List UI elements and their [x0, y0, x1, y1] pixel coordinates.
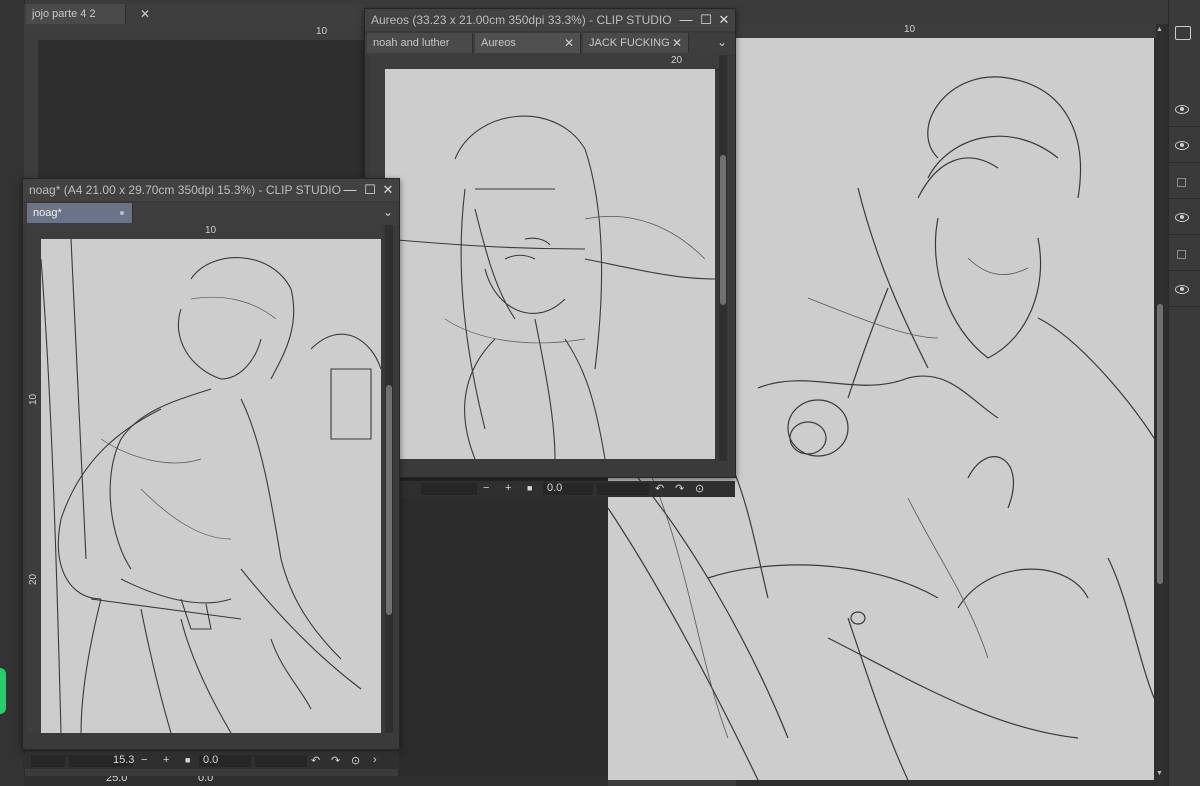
- main-ruler-top: 10: [736, 24, 1156, 39]
- window-title: noag* (A4 21.00 x 29.70cm 350dpi 15.3%) …: [29, 183, 341, 197]
- visibility-checkbox[interactable]: [1177, 250, 1186, 259]
- aureos-titlebar[interactable]: Aureos (33.23 x 21.00cm 350dpi 33.3%) - …: [365, 9, 735, 31]
- back-ruler-top: 10: [24, 26, 366, 41]
- scroll-thumb[interactable]: [386, 385, 392, 615]
- rotation-value: 0.0: [203, 754, 219, 766]
- rotate-left-icon[interactable]: ↶: [655, 482, 664, 495]
- sketch-drawing: [40, 238, 382, 734]
- close-icon[interactable]: ✕: [715, 9, 733, 31]
- tab-label: noah and luther: [373, 37, 450, 49]
- noag-ruler-left: 10 20: [27, 239, 42, 733]
- aureos-ruler-top: 20: [371, 55, 721, 70]
- zoom-in-button[interactable]: +: [505, 482, 511, 494]
- tab-noah-and-luther[interactable]: noah and luther: [367, 33, 473, 53]
- zoom-value: 25.0: [106, 776, 128, 784]
- reset-rotation-icon[interactable]: ⊙: [351, 754, 360, 767]
- close-icon[interactable]: ✕: [564, 33, 574, 53]
- zoom-out-button[interactable]: −: [141, 754, 147, 766]
- zoom-in-button[interactable]: +: [163, 754, 169, 766]
- tab-label: jojo parte 4 2: [32, 8, 96, 20]
- workspace-gap: [398, 476, 608, 786]
- tab-jojo-parte[interactable]: jojo parte 4 2: [26, 4, 126, 24]
- maximize-icon[interactable]: ☐: [361, 179, 379, 201]
- rotation-value: 0.0: [198, 776, 214, 784]
- scroll-thumb[interactable]: [1157, 304, 1163, 584]
- layer-row[interactable]: [1169, 240, 1200, 271]
- status-field: [31, 755, 65, 767]
- rotate-right-icon[interactable]: ↷: [331, 754, 340, 767]
- aureos-statusbar: − + ■ 0.0 ↶ ↷ ⊙: [365, 481, 735, 497]
- panel-header-button[interactable]: [1175, 26, 1191, 40]
- noag-titlebar[interactable]: noag* (A4 21.00 x 29.70cm 350dpi 15.3%) …: [23, 179, 399, 201]
- minimize-icon[interactable]: —: [341, 179, 359, 201]
- scroll-thumb[interactable]: [720, 155, 726, 305]
- window-title: Aureos (33.23 x 21.00cm 350dpi 33.3%) - …: [371, 13, 672, 27]
- scroll-up-icon[interactable]: ▲: [1156, 26, 1163, 33]
- chevron-down-icon[interactable]: ⌄: [717, 35, 727, 49]
- layer-row[interactable]: [1169, 168, 1200, 199]
- layer-row[interactable]: [1169, 132, 1200, 163]
- main-scrollbar[interactable]: ▲ ▼: [1156, 24, 1164, 786]
- tab-noag[interactable]: noag*: [27, 203, 133, 223]
- layer-row[interactable]: [1169, 204, 1200, 235]
- noag-canvas[interactable]: [40, 238, 382, 734]
- close-icon[interactable]: ✕: [672, 33, 682, 53]
- tab-aureos[interactable]: Aureos ✕: [475, 33, 581, 53]
- noag-scrollbar[interactable]: [385, 225, 393, 733]
- aureos-canvas[interactable]: [384, 69, 716, 460]
- noag-tabbar: noag* ⌄: [23, 203, 399, 225]
- aureos-tabbar: noah and luther Aureos ✕ JACK FUCKING ✕ …: [365, 33, 735, 55]
- ruler-label: 10: [205, 225, 217, 236]
- back-window-tabbar: jojo parte 4 2 ✕: [24, 4, 364, 26]
- chevron-down-icon[interactable]: ⌄: [383, 205, 393, 219]
- tab-label: JACK FUCKING: [589, 37, 670, 49]
- layer-panel: [1168, 0, 1200, 786]
- stop-icon[interactable]: ■: [185, 755, 190, 765]
- stop-icon[interactable]: ■: [527, 483, 532, 493]
- rotate-left-icon[interactable]: ↶: [311, 754, 320, 767]
- back-statusbar: 25.0 0.0: [24, 776, 608, 786]
- reset-rotation-icon[interactable]: ⊙: [695, 482, 704, 495]
- back-ruler-left: 10: [24, 40, 39, 200]
- layer-row[interactable]: [1169, 96, 1200, 127]
- left-accent-indicator: [0, 668, 6, 714]
- ruler-label: 10: [316, 26, 328, 37]
- next-icon[interactable]: ›: [373, 754, 377, 766]
- tab-label: noag*: [33, 207, 62, 219]
- maximize-icon[interactable]: ☐: [697, 9, 715, 31]
- rotate-right-icon[interactable]: ↷: [675, 482, 684, 495]
- noag-statusbar: 15.3 − + ■ 0.0 ↶ ↷ ⊙ ›: [23, 753, 399, 769]
- tab-label: Aureos: [481, 37, 516, 49]
- noag-ruler-top: 10: [27, 225, 383, 240]
- ruler-label: 20: [28, 573, 39, 585]
- close-icon[interactable]: ✕: [140, 7, 150, 21]
- ruler-label: 10: [28, 393, 39, 405]
- ruler-label: 10: [904, 24, 916, 35]
- layer-row[interactable]: [1169, 276, 1200, 307]
- status-field: [255, 755, 307, 767]
- zoom-value: 15.3: [113, 754, 135, 766]
- minimize-icon[interactable]: —: [677, 9, 695, 31]
- unsaved-dot: [120, 211, 124, 215]
- close-icon[interactable]: ✕: [379, 179, 397, 201]
- back-workspace: [38, 40, 366, 180]
- status-field: [597, 483, 649, 495]
- rotation-value: 0.0: [547, 482, 563, 494]
- status-field: [421, 483, 477, 495]
- ruler-label: 20: [671, 55, 683, 66]
- noag-window: noag* (A4 21.00 x 29.70cm 350dpi 15.3%) …: [22, 178, 400, 769]
- tab-jack[interactable]: JACK FUCKING ✕: [583, 33, 689, 53]
- zoom-out-button[interactable]: −: [483, 482, 489, 494]
- eye-icon[interactable]: [1175, 105, 1189, 114]
- eye-icon[interactable]: [1175, 213, 1189, 222]
- visibility-checkbox[interactable]: [1177, 178, 1186, 187]
- scroll-down-icon[interactable]: ▼: [1156, 770, 1163, 777]
- eye-icon[interactable]: [1175, 141, 1189, 150]
- sketch-drawing: [384, 115, 716, 460]
- eye-icon[interactable]: [1175, 285, 1189, 294]
- aureos-window: Aureos (33.23 x 21.00cm 350dpi 33.3%) - …: [364, 8, 736, 497]
- aureos-scrollbar[interactable]: [719, 55, 727, 461]
